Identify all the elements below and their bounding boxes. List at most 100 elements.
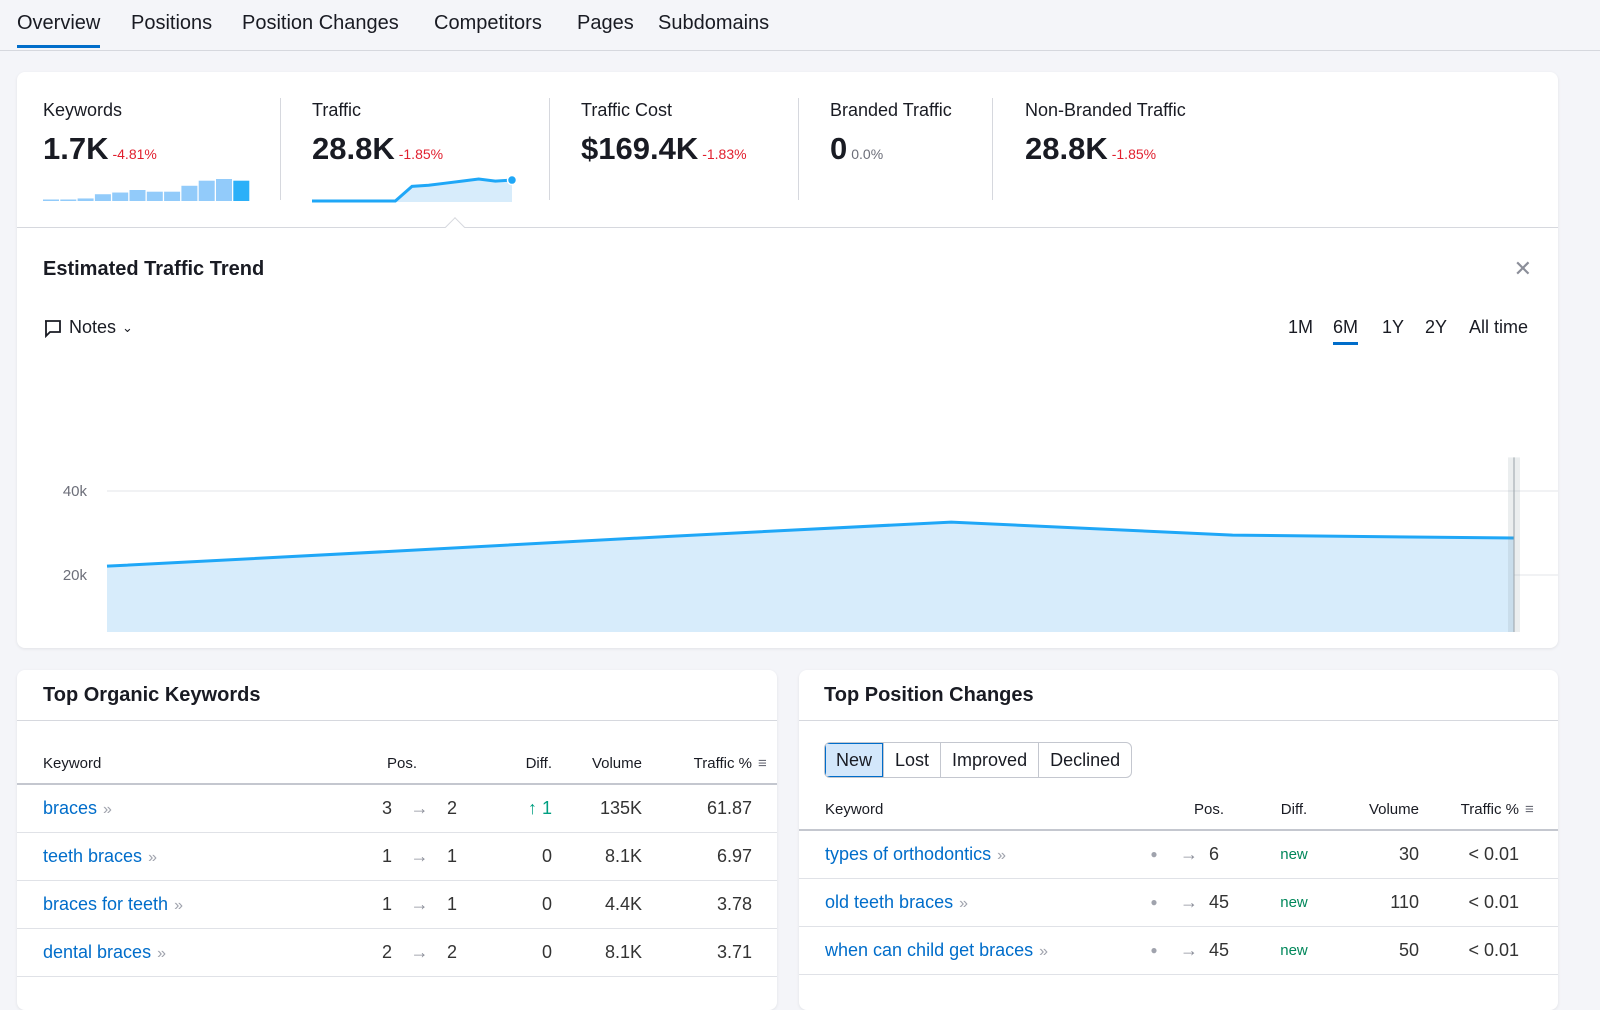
- chevron-right-icon[interactable]: »: [997, 847, 1006, 864]
- metric-keywords[interactable]: Keywords 1.7K -4.81%: [43, 100, 253, 208]
- traffic-area: [312, 179, 512, 202]
- notes-dropdown[interactable]: Notes ⌄: [43, 317, 133, 338]
- metric-value: $169.4K -1.83%: [581, 131, 747, 167]
- arrow-right-icon: →: [392, 784, 447, 833]
- metric-label: Keywords: [43, 100, 123, 120]
- metric-traffic-cost[interactable]: Traffic Cost $169.4K -1.83%: [581, 100, 747, 167]
- metric-label: Branded Traffic: [830, 100, 952, 120]
- top-organic-keywords-card: Top Organic Keywords Keyword Pos. Diff. …: [17, 670, 777, 1010]
- traffic-trend-chart[interactable]: 0k20k40kOct 22Nov 22Dec 22Jan 23Feb 23Ma…: [17, 372, 1558, 632]
- col-pos[interactable]: Pos.: [357, 744, 447, 785]
- col-diff[interactable]: Diff.: [1249, 790, 1339, 831]
- keyword-cell: braces for teeth »: [17, 880, 357, 929]
- diff-cell: 0: [467, 880, 552, 929]
- sort-icon[interactable]: ≡: [1525, 801, 1534, 818]
- tab-competitors[interactable]: Competitors: [434, 12, 542, 35]
- organic-keywords-table: Keyword Pos. Diff. Volume Traffic % ≡ br…: [17, 744, 777, 977]
- keyword-cell: teeth braces »: [17, 832, 357, 881]
- col-volume[interactable]: Volume: [1339, 790, 1419, 831]
- sort-icon[interactable]: ≡: [758, 755, 767, 772]
- selection-pointer: [445, 217, 465, 237]
- change: -1.85%: [1111, 146, 1157, 162]
- change: -4.81%: [112, 146, 157, 162]
- keyword-link[interactable]: old teeth braces: [825, 892, 953, 912]
- arrow-right-icon: →: [392, 928, 447, 977]
- filter-declined[interactable]: Declined: [1039, 743, 1131, 777]
- keyword-link[interactable]: teeth braces: [43, 846, 142, 866]
- chevron-right-icon[interactable]: »: [959, 895, 968, 912]
- volume: 4.4K: [552, 880, 642, 929]
- filter-improved[interactable]: Improved: [941, 743, 1040, 777]
- data-point[interactable]: [949, 520, 953, 524]
- keyword-bar: [181, 185, 198, 201]
- diff: new: [1249, 878, 1339, 927]
- col-traffic[interactable]: Traffic %: [1419, 790, 1519, 831]
- col-traffic-label: Traffic %: [693, 755, 752, 772]
- divider: [799, 720, 1558, 721]
- filter-lost[interactable]: Lost: [884, 743, 942, 777]
- keyword-link[interactable]: dental braces: [43, 942, 151, 962]
- keyword-bar: [60, 199, 77, 201]
- chevron-right-icon[interactable]: »: [174, 897, 183, 914]
- close-icon[interactable]: ✕: [1514, 256, 1532, 282]
- keyword-link[interactable]: types of orthodontics: [825, 844, 991, 864]
- diff: new: [1249, 926, 1339, 975]
- range-1m[interactable]: 1M: [1288, 317, 1313, 338]
- metric-non-branded-traffic[interactable]: Non-Branded Traffic 28.8K -1.85%: [1025, 100, 1186, 167]
- traffic-sparkline: [312, 174, 518, 203]
- col-diff[interactable]: Diff.: [467, 744, 552, 785]
- chevron-right-icon[interactable]: »: [157, 945, 166, 962]
- table-row: braces » 3 → 2 ↑ 1 135K 61.87: [17, 784, 777, 833]
- position: 45: [1209, 926, 1249, 975]
- report-tabs: Overview Positions Position Changes Comp…: [0, 0, 1600, 51]
- range-2y[interactable]: 2Y: [1425, 317, 1447, 338]
- volume: 110: [1339, 878, 1419, 927]
- traffic-percent: 3.71: [642, 928, 752, 977]
- range-all-time[interactable]: All time: [1469, 317, 1528, 338]
- range-1y[interactable]: 1Y: [1382, 317, 1404, 338]
- metric-label: Non-Branded Traffic: [1025, 100, 1186, 120]
- change: -1.85%: [398, 146, 444, 162]
- col-traffic[interactable]: Traffic %: [642, 744, 752, 785]
- tab-positions[interactable]: Positions: [131, 12, 212, 35]
- chevron-right-icon[interactable]: »: [1039, 943, 1048, 960]
- data-point[interactable]: [105, 564, 109, 568]
- range-6m[interactable]: 6M: [1333, 317, 1359, 345]
- prev-position: 3: [357, 784, 392, 833]
- data-point[interactable]: [668, 534, 672, 538]
- keyword-link[interactable]: braces: [43, 798, 97, 818]
- metric-label: Traffic: [312, 100, 362, 120]
- filter-new[interactable]: New: [825, 743, 885, 777]
- tab-position-changes[interactable]: Position Changes: [242, 12, 399, 35]
- data-point[interactable]: [386, 549, 390, 553]
- chevron-right-icon[interactable]: »: [148, 849, 157, 866]
- traffic-endpoint: [506, 174, 518, 186]
- trend-title: Estimated Traffic Trend: [43, 258, 265, 280]
- diff: 0: [541, 941, 552, 962]
- metric-traffic[interactable]: Traffic 28.8K -1.85%: [312, 100, 522, 208]
- chevron-right-icon[interactable]: »: [103, 801, 112, 818]
- metric-branded-traffic[interactable]: Branded Traffic 0 0.0%: [830, 100, 952, 167]
- tab-overview[interactable]: Overview: [17, 12, 101, 48]
- col-traffic-label: Traffic %: [1460, 801, 1519, 818]
- tab-pages[interactable]: Pages: [577, 12, 634, 35]
- keyword-link[interactable]: braces for teeth: [43, 894, 168, 914]
- table-row: when can child get braces » ● → 45 new 50…: [799, 926, 1558, 975]
- diff-cell: 0: [467, 928, 552, 977]
- arrow-up-icon: ↑: [527, 797, 537, 818]
- volume: 8.1K: [552, 832, 642, 881]
- tab-subdomains[interactable]: Subdomains: [658, 12, 769, 35]
- diff-cell: 0: [467, 832, 552, 881]
- card-title: Top Organic Keywords: [43, 684, 261, 706]
- col-pos[interactable]: Pos.: [1169, 790, 1249, 831]
- col-keyword: Keyword: [17, 744, 357, 785]
- metric-value: 28.8K -1.85%: [312, 131, 522, 167]
- divider: [17, 720, 777, 721]
- keyword-bar: [94, 194, 111, 201]
- value: 28.8K: [312, 131, 395, 166]
- col-volume[interactable]: Volume: [552, 744, 642, 785]
- keyword-link[interactable]: when can child get braces: [825, 940, 1033, 960]
- table-row: old teeth braces » ● → 45 new 110 < 0.01: [799, 878, 1558, 927]
- keywords-sparkline: [43, 179, 250, 201]
- data-point[interactable]: [1231, 533, 1235, 537]
